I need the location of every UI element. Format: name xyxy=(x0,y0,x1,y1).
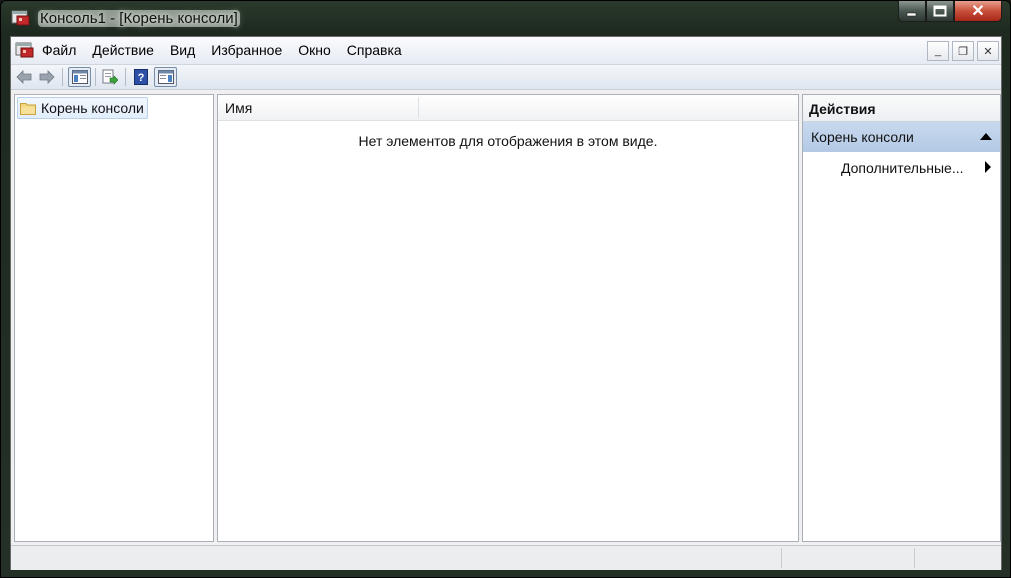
action-more-actions[interactable]: Дополнительные... xyxy=(841,160,964,176)
mdi-buttons: _ ❐ ✕ xyxy=(924,41,999,61)
back-arrow-icon xyxy=(16,70,32,84)
menu-file[interactable]: Файл xyxy=(42,42,76,58)
actions-title: Действия xyxy=(809,101,876,117)
console-document-icon[interactable] xyxy=(15,41,35,59)
status-bar-panel xyxy=(781,548,782,568)
maximize-button[interactable] xyxy=(926,1,954,22)
toolbar-separator xyxy=(62,68,63,86)
actions-header: Действия xyxy=(803,95,1000,122)
help-button[interactable]: ? xyxy=(131,67,151,87)
mmc-window: Консоль1 - [Корень консоли] ✕ Файл Дейст… xyxy=(0,0,1011,578)
export-list-icon xyxy=(102,69,118,85)
submenu-arrow-icon xyxy=(985,161,991,173)
actions-pane: Действия Корень консоли Дополнительные..… xyxy=(802,94,1001,542)
title-bar[interactable]: Консоль1 - [Корень консоли] ✕ xyxy=(1,1,1010,35)
tree-item-label: Корень консоли xyxy=(41,100,144,116)
show-hide-action-pane-icon xyxy=(157,70,174,84)
toolbar-separator xyxy=(125,68,126,86)
mdi-close-button[interactable]: ✕ xyxy=(977,41,999,61)
empty-list-message: Нет элементов для отображения в этом вид… xyxy=(358,133,658,149)
back-button[interactable] xyxy=(14,67,34,87)
help-icon: ? xyxy=(134,69,148,85)
actions-section-console-root[interactable]: Корень консоли xyxy=(803,122,1000,152)
toolbar: ? xyxy=(11,65,1001,90)
status-bar xyxy=(11,545,1001,570)
tree-item-console-root[interactable]: Корень консоли xyxy=(17,97,148,119)
forward-arrow-icon xyxy=(39,70,55,84)
status-bar-panel xyxy=(914,548,915,568)
export-list-button[interactable] xyxy=(100,67,120,87)
results-pane: Имя Нет элементов для отображения в этом… xyxy=(217,94,799,542)
show-hide-action-pane-button[interactable] xyxy=(154,67,177,87)
folder-icon xyxy=(20,102,36,115)
collapse-arrow-icon[interactable] xyxy=(980,133,992,140)
console-tree-pane: Корень консоли xyxy=(14,94,214,542)
window-title: Консоль1 - [Корень консоли] xyxy=(38,10,240,27)
mdi-restore-button[interactable]: ❐ xyxy=(952,41,974,61)
client-area: Файл Действие Вид Избранное Окно Справка… xyxy=(10,36,1002,570)
mdi-minimize-button[interactable]: _ xyxy=(927,41,949,61)
menu-window[interactable]: Окно xyxy=(298,42,331,58)
minimize-button[interactable] xyxy=(898,1,926,22)
menu-help[interactable]: Справка xyxy=(347,42,402,58)
forward-button[interactable] xyxy=(37,67,57,87)
column-divider[interactable] xyxy=(418,97,419,118)
menu-items: Файл Действие Вид Избранное Окно Справка xyxy=(42,42,418,58)
menu-view[interactable]: Вид xyxy=(170,42,195,58)
maximize-icon xyxy=(933,5,947,17)
mmc-app-icon xyxy=(11,10,30,26)
close-icon: ✕ xyxy=(971,3,985,20)
column-header-name[interactable]: Имя xyxy=(225,100,252,116)
menu-favorites[interactable]: Избранное xyxy=(211,42,282,58)
actions-section-title: Корень консоли xyxy=(811,129,914,145)
show-hide-console-tree-icon xyxy=(71,70,88,84)
menu-action[interactable]: Действие xyxy=(92,42,154,58)
caption-buttons: ✕ xyxy=(898,1,1002,25)
minimize-icon xyxy=(906,12,917,17)
close-button[interactable]: ✕ xyxy=(954,1,1002,22)
menu-bar: Файл Действие Вид Избранное Окно Справка… xyxy=(11,37,1001,65)
svg-text:?: ? xyxy=(138,72,145,84)
show-hide-tree-button[interactable] xyxy=(68,67,91,87)
list-column-header: Имя xyxy=(218,95,798,121)
toolbar-separator xyxy=(95,68,96,86)
